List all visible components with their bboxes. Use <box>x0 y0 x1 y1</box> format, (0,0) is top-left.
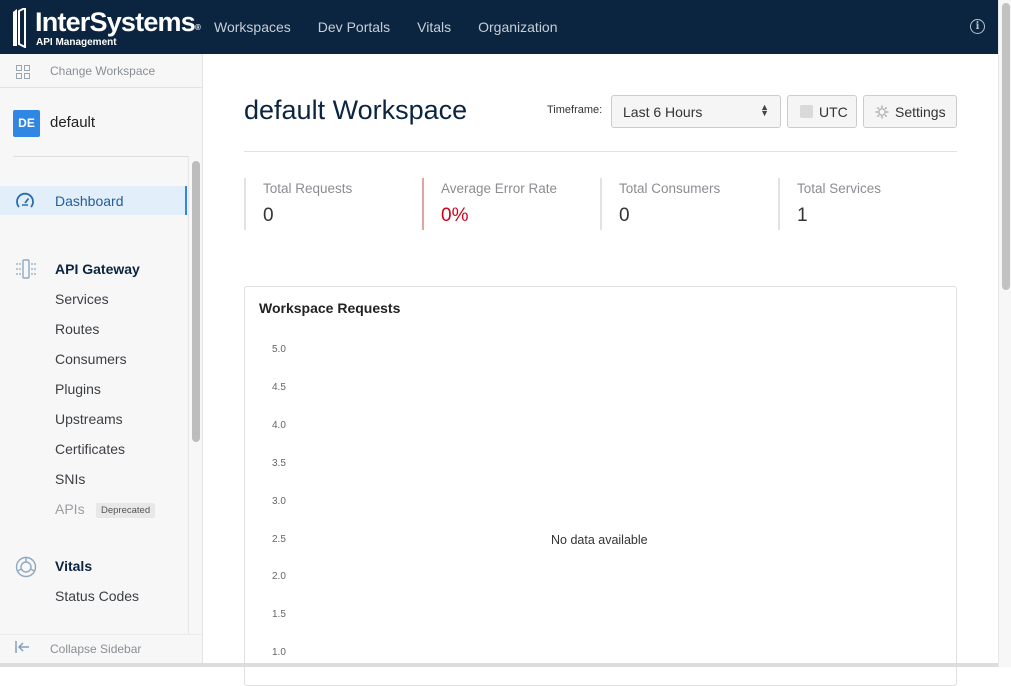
dashboard-gauge-icon <box>16 192 34 208</box>
underlying-window-edge <box>0 663 998 667</box>
utc-toggle-button[interactable]: UTC <box>787 95 857 128</box>
divider <box>13 156 188 157</box>
page-scrollbar-track[interactable] <box>998 0 1011 667</box>
stat-total-services: Total Services 1 <box>778 178 948 230</box>
y-tick-label: 1.5 <box>272 609 286 621</box>
change-workspace-label: Change Workspace <box>50 64 156 78</box>
stat-label: Total Requests <box>263 181 353 196</box>
y-tick-label: 3.0 <box>272 495 286 507</box>
sidebar-item-status-codes[interactable]: Status Codes <box>55 588 139 604</box>
stat-label: Average Error Rate <box>441 181 558 196</box>
sidebar-scrollbar-thumb[interactable] <box>192 161 200 442</box>
sidebar-item-routes[interactable]: Routes <box>55 321 99 337</box>
deprecated-badge: Deprecated <box>96 503 156 518</box>
page-scrollbar-thumb[interactable] <box>1002 3 1010 290</box>
nav-vitals[interactable]: Vitals <box>417 19 451 35</box>
vitals-icon <box>15 556 37 578</box>
sidebar-item-dashboard[interactable]: Dashboard <box>0 186 187 215</box>
sidebar-item-certificates[interactable]: Certificates <box>55 441 125 457</box>
y-tick-label: 4.5 <box>272 381 286 393</box>
select-arrows-icon: ▲ ▼ <box>760 102 769 118</box>
page-title: default Workspace <box>244 95 468 125</box>
sidebar-item-apis[interactable]: APIs <box>55 501 85 517</box>
no-data-message: No data available <box>551 533 648 547</box>
workspace-name: default <box>50 114 96 131</box>
sidebar-section-vitals[interactable]: Vitals <box>55 558 92 574</box>
card-title: Workspace Requests <box>259 300 401 316</box>
sidebar-item-services[interactable]: Services <box>55 291 109 307</box>
brand-name: InterSystems® <box>35 7 201 37</box>
settings-button[interactable]: Settings <box>863 95 957 128</box>
y-tick-label: 2.0 <box>272 571 286 583</box>
workspace-avatar: DE <box>13 110 40 137</box>
stat-average-error-rate: Average Error Rate 0% <box>422 178 592 230</box>
stat-label: Total Services <box>797 181 882 196</box>
timeframe-select[interactable]: Last 6 Hours ▲ ▼ <box>611 95 781 128</box>
top-navigation-bar: InterSystems® API Management Workspaces … <box>0 0 998 54</box>
nav-dev-portals[interactable]: Dev Portals <box>318 19 390 35</box>
settings-label: Settings <box>895 104 946 120</box>
utc-label: UTC <box>819 104 848 120</box>
stat-label: Total Consumers <box>619 181 721 196</box>
workspace-requests-card: Workspace Requests 5.0 4.5 4.0 3.5 3.0 2.5 2.0… <box>244 286 957 686</box>
sidebar-section-api-gateway[interactable]: API Gateway <box>55 261 140 277</box>
main-nav: Workspaces Dev Portals Vitals Organizati… <box>214 0 585 54</box>
dashboard-label: Dashboard <box>55 193 124 209</box>
sidebar-item-upstreams[interactable]: Upstreams <box>55 411 123 427</box>
collapse-arrow-icon <box>15 641 29 653</box>
y-tick-label: 3.5 <box>272 457 286 469</box>
brand-subtitle: API Management <box>36 37 117 48</box>
grid-icon <box>16 65 30 79</box>
info-icon[interactable]: i <box>970 19 985 34</box>
y-tick-label: 2.5 <box>272 533 286 545</box>
y-tick-label: 4.0 <box>272 419 286 431</box>
stat-total-requests: Total Requests 0 <box>244 178 414 230</box>
change-workspace-button[interactable]: Change Workspace <box>0 54 202 88</box>
stat-value: 1 <box>797 205 808 226</box>
api-gateway-icon <box>16 259 36 279</box>
main-content: default Workspace Timeframe: Last 6 Hour… <box>203 54 998 686</box>
timeframe-label: Timeframe: <box>547 104 603 116</box>
nav-organization[interactable]: Organization <box>478 19 557 35</box>
sidebar: Change Workspace DE default Dashboard AP… <box>0 54 203 667</box>
nav-workspaces[interactable]: Workspaces <box>214 19 291 35</box>
header-divider <box>244 151 957 152</box>
intersystems-logo[interactable]: InterSystems® API Management <box>12 7 201 49</box>
stat-value: 0 <box>263 205 274 226</box>
y-tick-label: 5.0 <box>272 344 286 355</box>
stat-value: 0 <box>619 205 630 226</box>
stat-value: 0% <box>441 205 469 226</box>
utc-checkbox[interactable] <box>800 105 813 118</box>
collapse-sidebar-label: Collapse Sidebar <box>50 642 142 656</box>
gear-icon <box>875 105 889 119</box>
y-tick-label: 1.0 <box>272 647 286 659</box>
timeframe-value: Last 6 Hours <box>623 104 703 120</box>
stat-total-consumers: Total Consumers 0 <box>600 178 770 230</box>
sidebar-item-snis[interactable]: SNIs <box>55 471 85 487</box>
sidebar-item-plugins[interactable]: Plugins <box>55 381 101 397</box>
logo-mark-icon <box>13 8 26 48</box>
sidebar-item-consumers[interactable]: Consumers <box>55 351 127 367</box>
